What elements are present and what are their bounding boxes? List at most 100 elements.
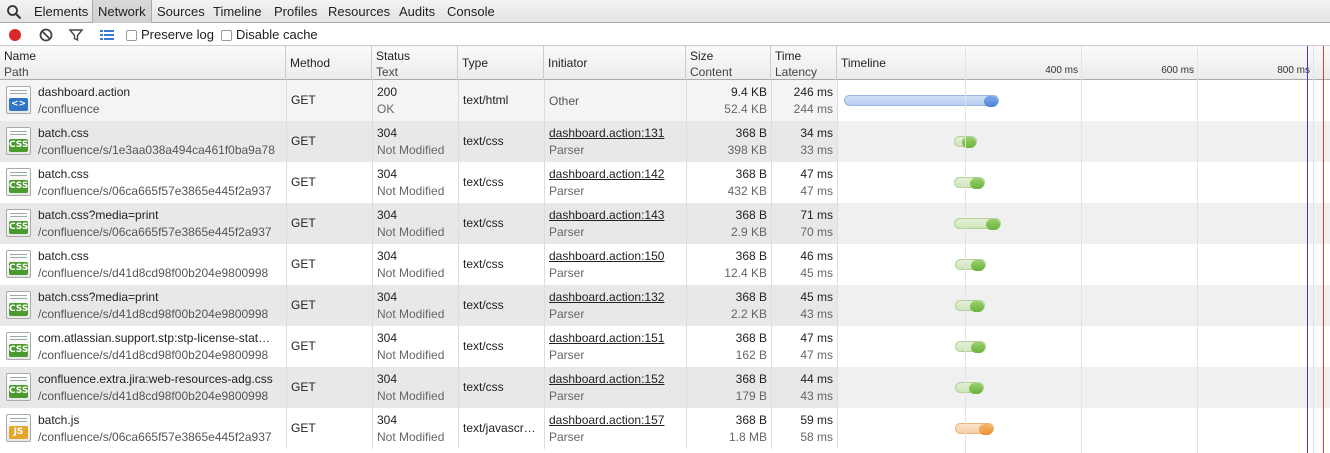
header-size-label: Size bbox=[690, 49, 714, 63]
cell-timeline bbox=[837, 203, 1330, 244]
cell-name[interactable]: CSS batch.css?media=print /confluence/s/… bbox=[0, 203, 286, 244]
initiator-link[interactable]: dashboard.action:151 bbox=[549, 331, 664, 345]
transfer-size: 368 B bbox=[735, 372, 767, 386]
resource-name[interactable]: batch.css bbox=[38, 249, 89, 263]
initiator-link[interactable]: dashboard.action:142 bbox=[549, 167, 664, 181]
resource-name[interactable]: batch.css bbox=[38, 126, 89, 140]
column-header-initiator[interactable]: Initiator bbox=[544, 46, 686, 80]
table-row[interactable]: JS batch.js /confluence/s/06ca665f57e386… bbox=[0, 408, 1330, 449]
cell-time: 47 ms 47 ms bbox=[771, 162, 837, 203]
resource-name[interactable]: dashboard.action bbox=[38, 85, 130, 99]
table-row[interactable]: CSS com.atlassian.support.stp:stp-licens… bbox=[0, 326, 1330, 367]
header-text-label: Text bbox=[376, 65, 399, 79]
cell-type: text/css bbox=[458, 285, 544, 326]
resource-name[interactable]: batch.js bbox=[38, 413, 79, 427]
cell-method: GET bbox=[286, 367, 372, 408]
tab-network[interactable]: Network bbox=[92, 0, 152, 23]
timeline-bar[interactable] bbox=[955, 300, 985, 312]
timeline-tick: 400 ms bbox=[1045, 65, 1078, 76]
resource-path: /confluence/s/d41d8cd98f00b204e9800998 bbox=[38, 348, 269, 362]
latency-segment bbox=[984, 96, 998, 107]
table-row[interactable]: CSS confluence.extra.jira:web-resources-… bbox=[0, 367, 1330, 408]
cell-name[interactable]: CSS confluence.extra.jira:web-resources-… bbox=[0, 367, 286, 408]
checkbox-box[interactable] bbox=[221, 30, 232, 41]
search-icon[interactable] bbox=[6, 4, 22, 20]
tab-resources[interactable]: Resources bbox=[323, 0, 395, 23]
column-header-name[interactable]: Name Path bbox=[0, 46, 286, 80]
preserve-log-checkbox[interactable]: Preserve log bbox=[126, 28, 214, 44]
resource-name[interactable]: batch.css?media=print bbox=[38, 290, 158, 304]
initiator-link: Other bbox=[549, 94, 580, 108]
disable-cache-checkbox[interactable]: Disable cache bbox=[221, 28, 318, 44]
mime-type: text/javascr… bbox=[463, 421, 536, 435]
tab-audits[interactable]: Audits bbox=[394, 0, 440, 23]
resource-path: /confluence/s/06ca665f57e3865e445f2a937 bbox=[38, 184, 272, 198]
column-header-size[interactable]: Size Content bbox=[686, 46, 771, 80]
filter-icon[interactable] bbox=[67, 26, 85, 44]
cell-time: 46 ms 45 ms bbox=[771, 244, 837, 285]
cell-type: text/css bbox=[458, 121, 544, 162]
initiator-link[interactable]: dashboard.action:157 bbox=[549, 413, 664, 427]
css-file-icon: CSS bbox=[6, 291, 31, 319]
cell-name[interactable]: CSS batch.css /confluence/s/d41d8cd98f00… bbox=[0, 244, 286, 285]
css-file-icon: CSS bbox=[6, 250, 31, 278]
resource-name[interactable]: batch.css?media=print bbox=[38, 208, 158, 222]
timeline-bar[interactable] bbox=[955, 259, 986, 271]
transfer-size: 368 B bbox=[735, 413, 767, 427]
cell-timeline bbox=[837, 80, 1330, 121]
tab-profiles[interactable]: Profiles bbox=[269, 0, 322, 23]
cell-name[interactable]: <> dashboard.action /confluence bbox=[0, 80, 286, 121]
resource-path: /confluence/s/06ca665f57e3865e445f2a937 bbox=[38, 430, 272, 444]
clear-icon[interactable] bbox=[37, 26, 55, 44]
cell-name[interactable]: CSS batch.css?media=print /confluence/s/… bbox=[0, 285, 286, 326]
cell-initiator: dashboard.action:151 Parser bbox=[544, 326, 686, 367]
tab-timeline[interactable]: Timeline bbox=[208, 0, 267, 23]
header-time-label: Time bbox=[775, 49, 802, 63]
header-initiator-label: Initiator bbox=[548, 56, 588, 70]
timeline-bar[interactable] bbox=[844, 95, 999, 107]
cell-timeline bbox=[837, 408, 1330, 449]
timeline-bar[interactable] bbox=[955, 341, 986, 353]
resource-name[interactable]: batch.css bbox=[38, 167, 89, 181]
table-row[interactable]: CSS batch.css /confluence/s/06ca665f57e3… bbox=[0, 162, 1330, 203]
initiator-link[interactable]: dashboard.action:132 bbox=[549, 290, 664, 304]
table-row[interactable]: CSS batch.css /confluence/s/d41d8cd98f00… bbox=[0, 244, 1330, 285]
column-header-time[interactable]: Time Latency bbox=[771, 46, 837, 80]
column-header-status[interactable]: Status Text bbox=[372, 46, 458, 80]
tab-elements[interactable]: Elements bbox=[29, 0, 93, 23]
initiator-link[interactable]: dashboard.action:143 bbox=[549, 208, 664, 222]
timeline-bar[interactable] bbox=[954, 218, 1001, 230]
total-time: 246 ms bbox=[793, 85, 833, 99]
cell-name[interactable]: JS batch.js /confluence/s/06ca665f57e386… bbox=[0, 408, 286, 449]
timeline-bar[interactable] bbox=[955, 382, 984, 394]
resource-name[interactable]: com.atlassian.support.stp:stp-license-st… bbox=[38, 331, 270, 345]
method-value: GET bbox=[291, 298, 316, 312]
column-header-type[interactable]: Type bbox=[458, 46, 544, 80]
table-row[interactable]: CSS batch.css?media=print /confluence/s/… bbox=[0, 203, 1330, 244]
table-row[interactable]: CSS batch.css /confluence/s/1e3aa038a494… bbox=[0, 121, 1330, 162]
column-header-method[interactable]: Method bbox=[286, 46, 372, 80]
cell-name[interactable]: CSS com.atlassian.support.stp:stp-licens… bbox=[0, 326, 286, 367]
timeline-bar[interactable] bbox=[954, 177, 985, 189]
record-button[interactable] bbox=[6, 26, 24, 44]
initiator-link[interactable]: dashboard.action:150 bbox=[549, 249, 664, 263]
table-row[interactable]: CSS batch.css?media=print /confluence/s/… bbox=[0, 285, 1330, 326]
mime-type: text/css bbox=[463, 175, 504, 189]
cell-time: 45 ms 43 ms bbox=[771, 285, 837, 326]
cell-status: 304 Not Modified bbox=[372, 285, 458, 326]
tab-console[interactable]: Console bbox=[442, 0, 500, 23]
tab-sources[interactable]: Sources bbox=[152, 0, 210, 23]
header-name-label: Name bbox=[4, 49, 37, 63]
initiator-link[interactable]: dashboard.action:152 bbox=[549, 372, 664, 386]
timeline-bar[interactable] bbox=[955, 423, 994, 435]
cell-name[interactable]: CSS batch.css /confluence/s/06ca665f57e3… bbox=[0, 162, 286, 203]
cell-name[interactable]: CSS batch.css /confluence/s/1e3aa038a494… bbox=[0, 121, 286, 162]
table-row[interactable]: <> dashboard.action /confluence GET 200 … bbox=[0, 80, 1330, 121]
large-rows-icon[interactable] bbox=[98, 26, 116, 44]
transfer-size: 9.4 KB bbox=[730, 85, 767, 99]
mime-type: text/css bbox=[463, 257, 504, 271]
cell-type: text/html bbox=[458, 80, 544, 121]
checkbox-box[interactable] bbox=[126, 30, 137, 41]
resource-name[interactable]: confluence.extra.jira:web-resources-adg.… bbox=[38, 372, 273, 386]
initiator-link[interactable]: dashboard.action:131 bbox=[549, 126, 664, 140]
